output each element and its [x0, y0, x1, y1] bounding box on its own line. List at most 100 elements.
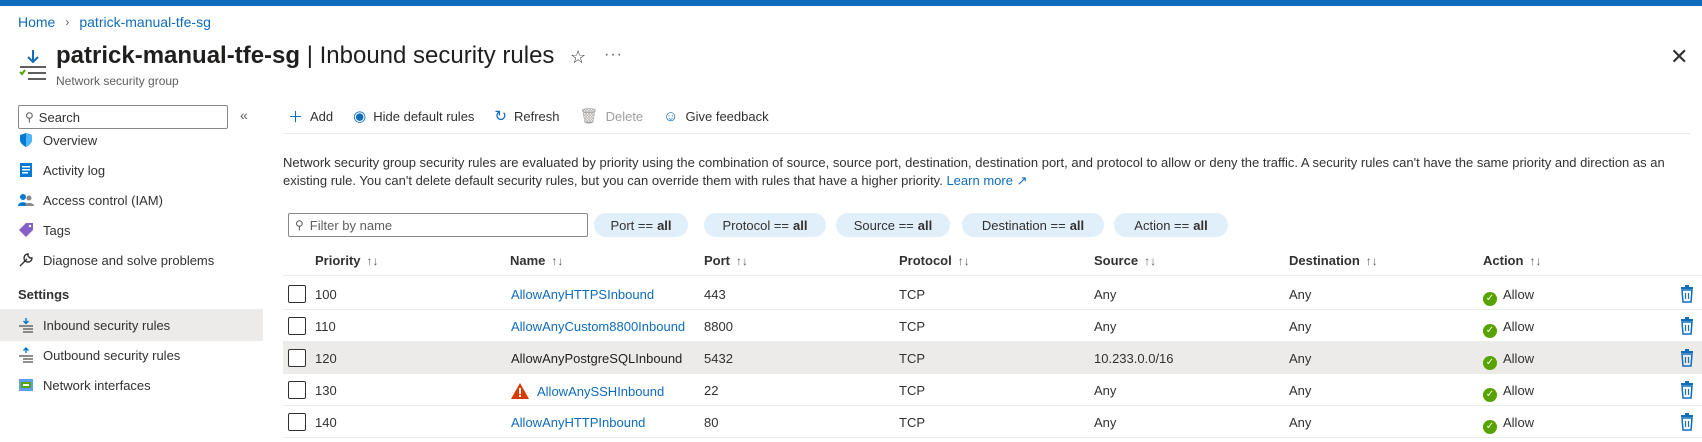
- rule-name-link[interactable]: AllowAnyHTTPInbound: [511, 415, 645, 430]
- sidebar-item-label: Diagnose and solve problems: [43, 252, 215, 268]
- more-options-icon[interactable]: ···: [604, 46, 623, 64]
- inbound-rules-icon: [19, 50, 46, 80]
- priority-cell: 110: [315, 319, 336, 334]
- sidebar-item-label: Network interfaces: [43, 377, 151, 393]
- action-filter-pill[interactable]: Action == all: [1114, 213, 1228, 237]
- refresh-icon: ↻: [494, 108, 507, 125]
- sidebar-item-network-interfaces[interactable]: Network interfaces: [0, 369, 263, 401]
- column-header-protocol[interactable]: Protocol ↑↓: [899, 253, 970, 268]
- row-checkbox[interactable]: [288, 413, 306, 431]
- destination-filter-pill[interactable]: Destination == all: [962, 213, 1104, 237]
- source-cell: Any: [1094, 415, 1117, 430]
- column-header-source[interactable]: Source ↑↓: [1094, 253, 1156, 268]
- action-filter-value: all: [1193, 217, 1208, 233]
- sidebar-item-inbound-rules[interactable]: Inbound security rules: [0, 309, 263, 341]
- protocol-cell: TCP: [899, 319, 925, 334]
- sidebar-item-label: Activity log: [43, 162, 106, 178]
- source-cell: Any: [1094, 287, 1117, 302]
- sidebar-item-overview[interactable]: Overview: [0, 124, 263, 156]
- source-cell: Any: [1094, 383, 1117, 398]
- delete-row-icon[interactable]: [1679, 349, 1695, 367]
- column-header-action[interactable]: Action ↑↓: [1483, 253, 1541, 268]
- rule-name-link[interactable]: AllowAnySSHInbound: [537, 384, 664, 399]
- top-accent-bar: [0, 0, 1702, 6]
- close-icon[interactable]: ✕: [1670, 44, 1688, 70]
- sort-icon: ↑↓: [1365, 254, 1378, 268]
- row-checkbox[interactable]: [288, 317, 306, 335]
- sidebar-search-placeholder: Search: [38, 109, 80, 125]
- chevron-right-icon: ›: [65, 15, 70, 29]
- eye-hide-icon: ◉: [353, 108, 367, 125]
- table-row[interactable]: 100 AllowAnyHTTPSInbound 443 TCP Any Any…: [283, 278, 1702, 310]
- row-checkbox[interactable]: [288, 381, 306, 399]
- protocol-cell: TCP: [899, 383, 925, 398]
- table-row[interactable]: 130 AllowAnySSHInbound 22 TCP Any Any ✓ A…: [283, 374, 1702, 406]
- port-filter-pill[interactable]: Port == all: [594, 213, 688, 237]
- row-checkbox[interactable]: [288, 285, 306, 303]
- column-header-port[interactable]: Port ↑↓: [704, 253, 748, 268]
- sidebar-item-activity-log[interactable]: Activity log: [0, 154, 263, 186]
- delete-row-icon[interactable]: [1679, 285, 1695, 303]
- wrench-icon: [18, 252, 34, 268]
- protocol-cell: TCP: [899, 415, 925, 430]
- give-feedback-button[interactable]: ☺ Give feedback: [663, 108, 768, 125]
- breadcrumb-home[interactable]: Home: [18, 14, 55, 30]
- sidebar-section-settings: Settings: [18, 287, 70, 302]
- action-cell: ✓ Allow: [1483, 383, 1534, 402]
- action-label: Allow: [1503, 415, 1535, 430]
- action-label: Allow: [1503, 319, 1535, 334]
- breadcrumb-current[interactable]: patrick-manual-tfe-sg: [79, 14, 211, 30]
- filter-by-name-input[interactable]: ⚲ Filter by name: [288, 213, 588, 237]
- table-row[interactable]: 140 AllowAnyHTTPInbound 80 TCP Any Any ✓…: [283, 406, 1702, 438]
- sort-icon: ↑↓: [1144, 254, 1157, 268]
- delete-row-icon[interactable]: [1679, 381, 1695, 399]
- search-icon: ⚲: [295, 218, 304, 232]
- port-header-label: Port: [704, 253, 730, 268]
- sidebar-item-diagnose[interactable]: Diagnose and solve problems: [0, 244, 263, 276]
- add-label: Add: [310, 108, 334, 124]
- sidebar-item-outbound-rules[interactable]: Outbound security rules: [0, 339, 263, 371]
- action-label: Allow: [1503, 351, 1535, 366]
- destination-header-label: Destination: [1289, 253, 1360, 268]
- destination-cell: Any: [1289, 319, 1312, 334]
- learn-more-link[interactable]: Learn more ↗: [946, 173, 1027, 188]
- rule-name-cell: AllowAnySSHInbound: [511, 383, 664, 399]
- port-cell: 443: [704, 287, 726, 302]
- delete-row-icon[interactable]: [1679, 317, 1695, 335]
- rule-name-link[interactable]: AllowAnyPostgreSQLInbound: [511, 351, 682, 366]
- hide-default-rules-button[interactable]: ◉ Hide default rules: [353, 107, 474, 125]
- rule-name-link[interactable]: AllowAnyHTTPSInbound: [511, 287, 654, 302]
- port-cell: 80: [704, 415, 719, 430]
- column-header-priority[interactable]: Priority ↑↓: [315, 253, 379, 268]
- check-circle-icon: ✓: [1483, 324, 1497, 338]
- protocol-filter-pill[interactable]: Protocol == all: [704, 213, 826, 237]
- sidebar-item-access-control[interactable]: Access control (IAM): [0, 184, 263, 216]
- collapse-sidebar-icon[interactable]: «: [240, 107, 248, 123]
- add-button[interactable]: ＋ Add: [288, 106, 333, 127]
- delete-button[interactable]: 🗑 Delete: [580, 107, 644, 125]
- toolbar-divider: [283, 133, 1690, 134]
- page-subtitle: Network security group: [56, 74, 179, 88]
- shield-icon: [18, 132, 34, 148]
- resource-name: patrick-manual-tfe-sg: [56, 42, 301, 69]
- table-row[interactable]: 120 AllowAnyPostgreSQLInbound 5432 TCP 1…: [283, 342, 1702, 374]
- destination-cell: Any: [1289, 383, 1312, 398]
- sidebar-item-tags[interactable]: Tags: [0, 214, 263, 246]
- refresh-button[interactable]: ↻ Refresh: [494, 107, 559, 125]
- source-cell: 10.233.0.0/16: [1094, 351, 1174, 366]
- source-filter-pill[interactable]: Source == all: [836, 213, 950, 237]
- column-header-name[interactable]: Name ↑↓: [510, 253, 563, 268]
- check-circle-icon: ✓: [1483, 420, 1497, 434]
- action-cell: ✓ Allow: [1483, 287, 1534, 306]
- source-filter-value: all: [917, 217, 933, 233]
- delete-row-icon[interactable]: [1679, 413, 1695, 431]
- rule-name-link[interactable]: AllowAnyCustom8800Inbound: [511, 319, 685, 334]
- table-row[interactable]: 110 AllowAnyCustom8800Inbound 8800 TCP A…: [283, 310, 1702, 342]
- network-interface-icon: [18, 377, 34, 393]
- protocol-cell: TCP: [899, 351, 925, 366]
- column-header-destination[interactable]: Destination ↑↓: [1289, 253, 1378, 268]
- row-checkbox[interactable]: [288, 349, 306, 367]
- protocol-filter-label: Protocol ==: [722, 217, 790, 233]
- star-icon[interactable]: ☆: [570, 47, 586, 68]
- feedback-icon: ☺: [663, 107, 679, 125]
